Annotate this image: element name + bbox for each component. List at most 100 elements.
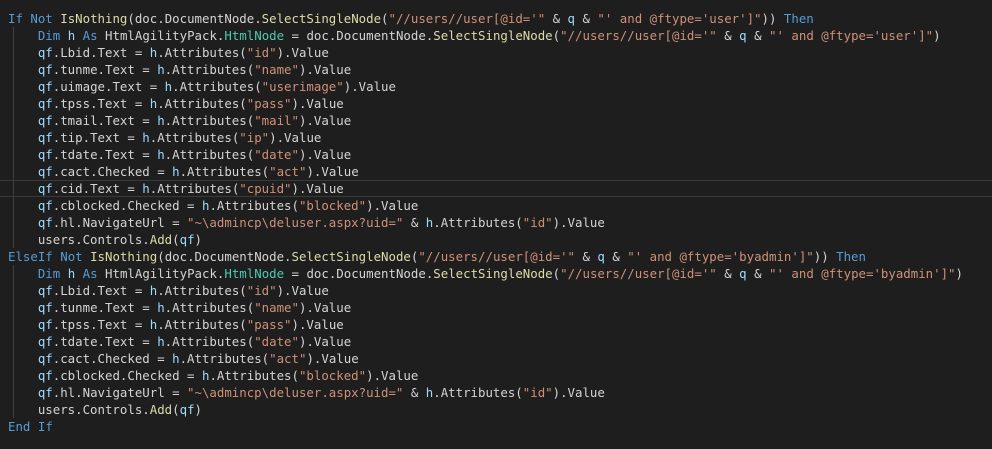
code-token: & [403, 385, 426, 400]
code-line[interactable]: qf.cid.Text = h.Attributes("cpuid").Valu… [0, 180, 992, 197]
code-token: h [142, 181, 150, 196]
code-token: ).Value [298, 334, 352, 349]
code-token: ).Value [291, 96, 344, 111]
code-line[interactable]: ElseIf Not IsNothing(doc.DocumentNode.Se… [0, 248, 992, 265]
code-token: ).Value [366, 198, 419, 213]
code-token: As [82, 266, 98, 281]
code-token: Not [30, 11, 53, 26]
code-token: qf [37, 334, 53, 349]
indent-guide [13, 61, 14, 78]
code-line[interactable]: If Not IsNothing(doc.DocumentNode.Select… [0, 10, 992, 27]
code-line[interactable]: qf.tpss.Text = h.Attributes("pass").Valu… [0, 316, 992, 333]
code-token: SelectSingleNode [291, 249, 411, 264]
code-token: q [739, 266, 747, 281]
code-line[interactable]: qf.tunme.Text = h.Attributes("name").Val… [0, 61, 992, 78]
indent-guide [13, 350, 14, 367]
code-token: q [597, 249, 605, 264]
indent-guide [13, 214, 14, 231]
code-token: & [746, 28, 770, 43]
indent-guide [13, 44, 14, 61]
code-editor[interactable]: If Not IsNothing(doc.DocumentNode.Select… [0, 0, 992, 449]
code-token: Dim [37, 266, 61, 281]
code-line[interactable]: qf.uimage.Text = h.Attributes("userimage… [0, 78, 992, 95]
code-token: ).Value [306, 351, 359, 366]
code-token: h [157, 300, 165, 315]
code-line[interactable]: qf.tdate.Text = h.Attributes("date").Val… [0, 333, 992, 350]
code-line[interactable]: qf.tpss.Text = h.Attributes("pass").Valu… [0, 95, 992, 112]
indent-guide [13, 231, 14, 248]
code-token: "mail" [254, 113, 299, 128]
code-token: Add [149, 402, 173, 417]
code-token: .Attributes( [179, 351, 270, 366]
code-token: = doc.DocumentNode. [284, 266, 434, 281]
code-token: qf [37, 317, 53, 332]
code-line[interactable]: Dim h As HtmlAgilityPack.HtmlNode = doc.… [0, 27, 992, 44]
code-line[interactable]: End If [0, 418, 992, 435]
code-line[interactable]: qf.hl.NavigateUrl = "~\admincp\deluser.a… [0, 214, 992, 231]
code-token: qf [37, 164, 53, 179]
code-token: .tmail.Text = [52, 113, 158, 128]
code-line[interactable]: qf.hl.NavigateUrl = "~\admincp\deluser.a… [0, 384, 992, 401]
code-token: .Attributes( [209, 198, 299, 213]
code-line[interactable]: qf.cblocked.Checked = h.Attributes("bloc… [0, 367, 992, 384]
code-token: & [403, 215, 426, 230]
code-token: .Attributes( [433, 215, 523, 230]
code-token: (doc.DocumentNode. [127, 11, 262, 26]
code-token: .Attributes( [433, 385, 523, 400]
code-token: .Attributes( [164, 334, 255, 349]
code-line[interactable]: users.Controls.Add(qf) [0, 231, 992, 248]
code-token: ).Value [291, 317, 344, 332]
code-token: h [157, 334, 165, 349]
code-token: As [82, 28, 98, 43]
code-token: qf [37, 45, 53, 60]
code-token: users.Controls. [8, 402, 150, 417]
code-token: "date" [254, 334, 299, 349]
code-token: ).Value [298, 62, 352, 77]
code-line[interactable]: qf.cact.Checked = h.Attributes("act").Va… [0, 163, 992, 180]
code-token: qf [179, 232, 195, 247]
code-token: .uimage.Text = [52, 79, 165, 94]
indent-guide [13, 333, 14, 350]
code-token: .cact.Checked = [52, 351, 173, 366]
code-token: ( [552, 28, 561, 43]
code-token: "date" [254, 147, 299, 162]
code-line[interactable]: qf.tmail.Text = h.Attributes("mail").Val… [0, 112, 992, 129]
code-token: ) [194, 402, 202, 417]
code-token: )) [761, 11, 784, 26]
code-line[interactable]: users.Controls.Add(qf) [0, 401, 992, 418]
code-token: .Attributes( [164, 147, 255, 162]
code-token: ) [933, 28, 941, 43]
code-token: "ip" [239, 130, 270, 145]
code-line[interactable]: qf.tdate.Text = h.Attributes("date").Val… [0, 146, 992, 163]
code-token: .Lbid.Text = [52, 283, 150, 298]
code-token: .Attributes( [149, 181, 240, 196]
code-token: .tpss.Text = [52, 317, 150, 332]
code-line[interactable]: qf.cblocked.Checked = h.Attributes("bloc… [0, 197, 992, 214]
code-token: Add [149, 232, 173, 247]
code-token: "id" [246, 45, 277, 60]
code-token: .cblocked.Checked = [52, 368, 202, 383]
code-token: "act" [269, 164, 307, 179]
code-line[interactable]: Dim h As HtmlAgilityPack.HtmlNode = doc.… [0, 265, 992, 282]
code-token: ElseIf [8, 249, 53, 264]
code-line[interactable]: qf.tunme.Text = h.Attributes("name").Val… [0, 299, 992, 316]
code-token: "~\admincp\deluser.aspx?uid=" [187, 385, 404, 400]
code-line[interactable]: qf.Lbid.Text = h.Attributes("id").Value [0, 44, 992, 61]
indent-guide [13, 316, 14, 333]
code-token: ) [194, 232, 202, 247]
code-line[interactable]: qf.Lbid.Text = h.Attributes("id").Value [0, 282, 992, 299]
code-token: (doc.DocumentNode. [157, 249, 292, 264]
code-token: & [746, 266, 770, 281]
code-token: HtmlNode [224, 266, 285, 281]
code-token: q [567, 11, 576, 26]
code-line[interactable]: qf.tip.Text = h.Attributes("ip").Value [0, 129, 992, 146]
code-line[interactable]: qf.cact.Checked = h.Attributes("act").Va… [0, 350, 992, 367]
indent-guide [13, 112, 14, 129]
code-token: h [157, 113, 165, 128]
code-token: "//users//user[@id='" [560, 28, 717, 43]
indent-guide [13, 282, 14, 299]
code-token: qf [37, 215, 53, 230]
